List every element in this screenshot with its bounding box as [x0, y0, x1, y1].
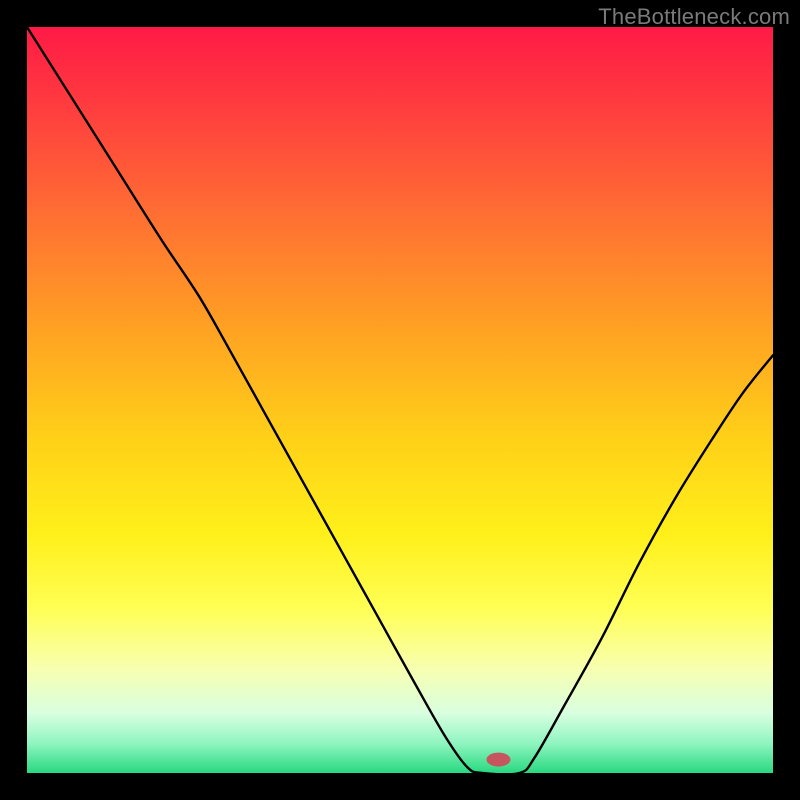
optimal-point-marker — [486, 753, 510, 767]
bottleneck-plot — [27, 27, 773, 773]
gradient-background — [27, 27, 773, 773]
chart-frame: TheBottleneck.com — [0, 0, 800, 800]
